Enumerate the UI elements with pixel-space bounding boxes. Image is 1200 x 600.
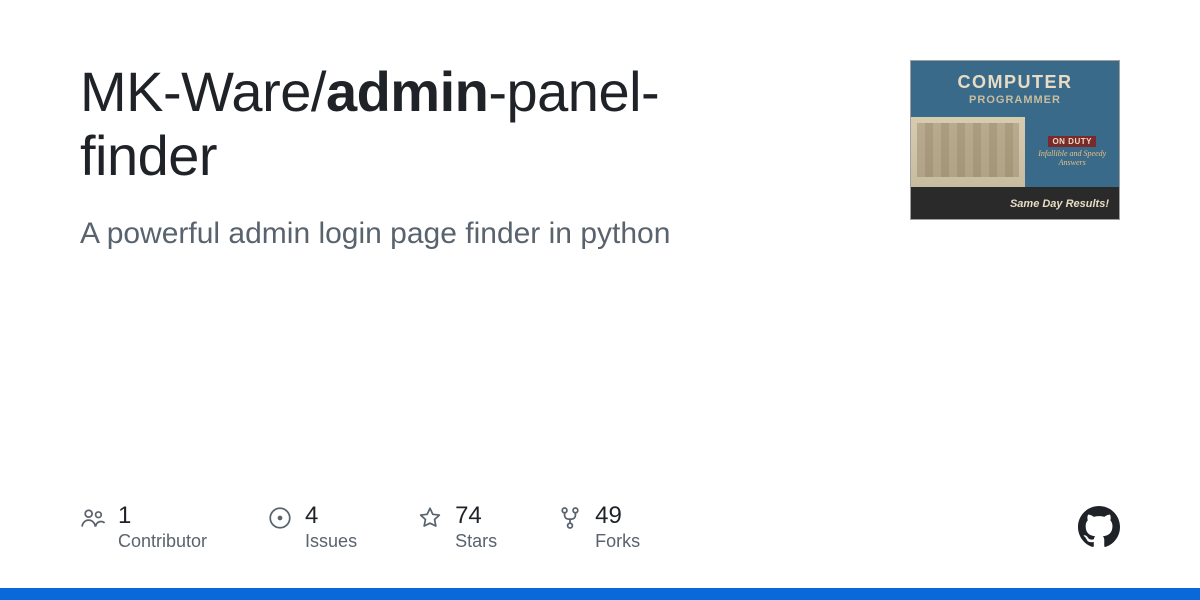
repo-owner[interactable]: MK-Ware: [80, 60, 311, 123]
repo-title: MK-Ware/admin-panel-finder: [80, 60, 780, 189]
stat-text: 49 Forks: [595, 503, 640, 552]
fork-icon: [557, 505, 583, 531]
stat-text: 74 Stars: [455, 503, 497, 552]
avatar-bottom: Same Day Results!: [911, 187, 1119, 220]
stat-text: 4 Issues: [305, 503, 357, 552]
stat-issues[interactable]: 4 Issues: [267, 503, 357, 552]
stat-count: 74: [455, 503, 497, 529]
stat-stars[interactable]: 74 Stars: [417, 503, 497, 552]
stat-label: Forks: [595, 531, 640, 552]
stat-contributors[interactable]: 1 Contributor: [80, 503, 207, 552]
stat-count: 49: [595, 503, 640, 529]
repo-card: MK-Ware/admin-panel-finder A powerful ad…: [0, 0, 1200, 600]
stats: 1 Contributor 4 Issues 74: [80, 503, 640, 552]
stat-count: 1: [118, 503, 207, 529]
avatar-mid: ON DUTY Infallible and Speedy Answers: [911, 117, 1119, 187]
issue-icon: [267, 505, 293, 531]
avatar-sameday: Same Day Results!: [1010, 199, 1109, 210]
stats-row: 1 Contributor 4 Issues 74: [80, 503, 1120, 552]
repo-avatar[interactable]: COMPUTER PROGRAMMER ON DUTY Infallible a…: [910, 60, 1120, 220]
avatar-onduty: ON DUTY: [1048, 136, 1096, 147]
stat-forks[interactable]: 49 Forks: [557, 503, 640, 552]
repo-sep: /: [311, 60, 326, 123]
avatar-top: COMPUTER PROGRAMMER: [911, 61, 1119, 117]
repo-name-bold[interactable]: admin: [326, 60, 488, 123]
people-icon: [80, 505, 106, 531]
repo-description: A powerful admin login page finder in py…: [80, 217, 780, 251]
accent-bar: [0, 588, 1200, 600]
stat-label: Issues: [305, 531, 357, 552]
stat-count: 4: [305, 503, 357, 529]
stat-label: Contributor: [118, 531, 207, 552]
title-block: MK-Ware/admin-panel-finder A powerful ad…: [80, 60, 780, 251]
stat-label: Stars: [455, 531, 497, 552]
avatar-right: ON DUTY Infallible and Speedy Answers: [1025, 117, 1119, 187]
avatar-line1: COMPUTER: [958, 72, 1073, 93]
avatar-line2: PROGRAMMER: [969, 94, 1061, 106]
star-icon: [417, 505, 443, 531]
github-logo-icon[interactable]: [1078, 506, 1120, 548]
stat-text: 1 Contributor: [118, 503, 207, 552]
avatar-script: Infallible and Speedy Answers: [1029, 150, 1115, 168]
avatar-illustration: [911, 117, 1025, 187]
header-row: MK-Ware/admin-panel-finder A powerful ad…: [80, 60, 1120, 251]
